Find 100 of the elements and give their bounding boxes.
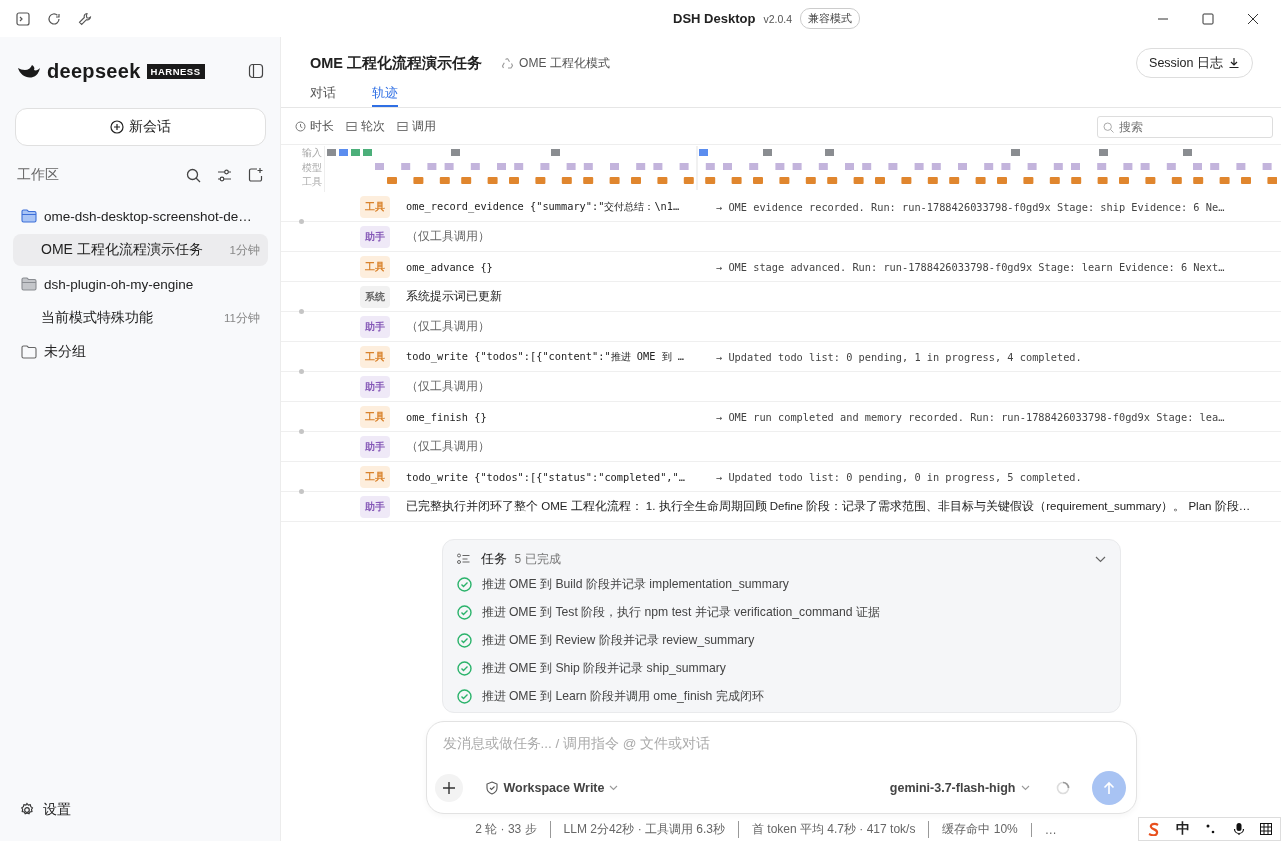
tool-result-text: → OME run completed and memory recorded. Run: run-1788426033798-f0gd9x Stage: lea…: [716, 410, 1225, 423]
status-text: …: [1030, 822, 1057, 837]
new-folder-icon[interactable]: [248, 167, 264, 183]
version-label: v2.0.4: [763, 12, 792, 25]
turn-dot: [299, 489, 304, 494]
tool-call-text: todo_write {"todos":[{"status":"completed","…: [406, 470, 686, 483]
window-title: DSH Desktop: [673, 11, 756, 26]
brand-badge: HARNESS: [146, 63, 205, 79]
role-badge: 工具: [360, 345, 390, 368]
tool-result-text: → Updated todo list: 0 pending, 0 in progress, 5 completed.: [716, 470, 1082, 483]
list-icon: [456, 553, 470, 565]
add-button[interactable]: [434, 774, 463, 802]
task-text: 推进 OME 到 Review 阶段并记录 review_summary: [481, 631, 755, 649]
folder-icon: [21, 345, 37, 359]
tool-call-text: todo_write {"todos":[{"content":"推进 OME 到 …: [406, 349, 685, 364]
task-text: 推进 OME 到 Ship 阶段并记录 ship_summary: [481, 659, 726, 677]
message-text: （仅工具调用）: [406, 229, 490, 244]
folder-item[interactable]: 未分组: [13, 334, 268, 370]
split-box-icon: [397, 121, 408, 132]
status-text: 缓存命中 10%: [928, 821, 1018, 838]
role-badge: 助手: [360, 435, 390, 458]
chevron-down-icon[interactable]: [1094, 555, 1106, 563]
clock-icon: [295, 121, 306, 132]
search-field[interactable]: 搜索: [1097, 115, 1273, 138]
settings-item[interactable]: 设置: [13, 801, 268, 819]
tool-result-text: → OME evidence recorded. Run: run-1788426033798-f0gd9x Stage: ship Evidence: 6 Ne…: [716, 200, 1225, 213]
task-text: 推进 OME 到 Test 阶段，执行 npm test 并记录 verification_command 证据: [481, 603, 880, 621]
brand-name: deepseek: [47, 59, 141, 83]
terminal-icon[interactable]: [16, 11, 30, 26]
tasks-count: 5 已完成: [514, 550, 561, 568]
ime-logo-icon[interactable]: [1146, 822, 1161, 836]
status-text: LLM 2分42秒 · 工具调用 6.3秒: [549, 821, 725, 838]
tool-result-text: → Updated todo list: 0 pending, 1 in progress, 4 completed.: [716, 350, 1082, 363]
message-text: （仅工具调用）: [406, 439, 490, 454]
permission-dropdown[interactable]: Workspace Write: [478, 781, 625, 795]
shield-check-icon: [484, 781, 499, 795]
arrow-up-icon: [1101, 781, 1116, 795]
status-text: 2 轮 · 33 步: [475, 821, 537, 838]
filter-button[interactable]: 轮次: [346, 118, 385, 135]
tab[interactable]: 轨迹: [372, 82, 398, 107]
turn-dot: [299, 309, 304, 314]
filter-button[interactable]: 时长: [295, 118, 334, 135]
plus-circle-icon: [110, 120, 124, 134]
turn-dot: [299, 429, 304, 434]
ime-language[interactable]: 中: [1176, 820, 1191, 838]
tasks-title: 任务: [480, 550, 507, 568]
session-log-button[interactable]: Session 日志: [1136, 48, 1253, 78]
turn-dot: [299, 219, 304, 224]
task-text: 推进 OME 到 Build 阶段并记录 implementation_summary: [481, 575, 789, 593]
role-badge: 助手: [360, 375, 390, 398]
message-text: 已完整执行并闭环了整个 OME 工程化流程： 1. 执行全生命周期回顾 Define 阶段：记录了需求范围、非目标与关键假设（requirement_summary）。 Plan 阶段…: [406, 499, 1251, 514]
microphone-icon[interactable]: [1232, 822, 1245, 836]
folder-item[interactable]: ome-dsh-desktop-screenshot-de…: [13, 198, 268, 234]
lane-label: 模型: [302, 160, 322, 175]
folder-item[interactable]: dsh-plugin-oh-my-engine: [13, 266, 268, 302]
tool-call-text: ome_finish {}: [406, 410, 488, 423]
close-icon[interactable]: [1247, 12, 1259, 25]
caret-icon: [609, 785, 619, 791]
role-badge: 助手: [360, 495, 390, 518]
spinner-icon: [1055, 781, 1070, 795]
status-text: 首 token 平均 4.7秒 · 417 tok/s: [738, 821, 916, 838]
tool-call-text: ome_advance {}: [406, 260, 494, 273]
role-badge: 工具: [360, 255, 390, 278]
tool-result-text: → OME stage advanced. Run: run-1788426033798-f0gd9x Stage: learn Evidence: 6 Next…: [716, 260, 1225, 273]
sidebar-toggle-icon[interactable]: [248, 63, 264, 79]
lane-label: 输入: [302, 146, 322, 160]
caret-icon: [1020, 785, 1030, 791]
split-box-icon: [346, 121, 357, 132]
section-title: 工作区: [17, 166, 59, 184]
message-text: （仅工具调用）: [406, 319, 490, 334]
tool-call-text: ome_record_evidence {"summary":"交付总结：\n1…: [406, 199, 681, 214]
message-text: 系统提示词已更新: [406, 289, 502, 304]
settings-label: 设置: [43, 801, 71, 819]
session-title: OME 工程化流程演示任务: [310, 53, 483, 73]
role-badge: 工具: [360, 465, 390, 488]
tab[interactable]: 对话: [310, 82, 336, 107]
role-badge: 工具: [360, 405, 390, 428]
refresh-icon[interactable]: [47, 11, 61, 26]
recycle-icon: [501, 56, 515, 70]
search-icon[interactable]: [186, 167, 201, 183]
wrench-icon[interactable]: [78, 11, 92, 26]
role-badge: 助手: [360, 225, 390, 248]
role-badge: 助手: [360, 315, 390, 338]
task-text: 推进 OME 到 Learn 阶段并调用 ome_finish 完成闭环: [481, 687, 764, 705]
filter-sliders-icon[interactable]: [217, 167, 232, 183]
filter-button[interactable]: 调用: [397, 118, 436, 135]
lane-label: 工具: [302, 175, 322, 189]
session-item[interactable]: OME 工程化流程演示任务 1分钟: [13, 234, 268, 266]
session-item[interactable]: 当前模式特殊功能 11分钟: [13, 302, 268, 334]
mode-badge: 兼容模式: [800, 8, 860, 29]
role-badge: 系统: [360, 285, 390, 308]
maximize-icon[interactable]: [1202, 12, 1214, 25]
new-chat-button[interactable]: 新会话: [15, 108, 266, 146]
download-icon: [1228, 57, 1240, 69]
model-dropdown[interactable]: gemini-3.7-flash-high: [883, 781, 1036, 795]
role-badge: 工具: [360, 195, 390, 218]
plus-icon: [441, 781, 456, 795]
message-text: （仅工具调用）: [406, 379, 490, 394]
mode-label: OME 工程化模式: [519, 54, 610, 72]
grid-icon[interactable]: [1260, 823, 1273, 835]
